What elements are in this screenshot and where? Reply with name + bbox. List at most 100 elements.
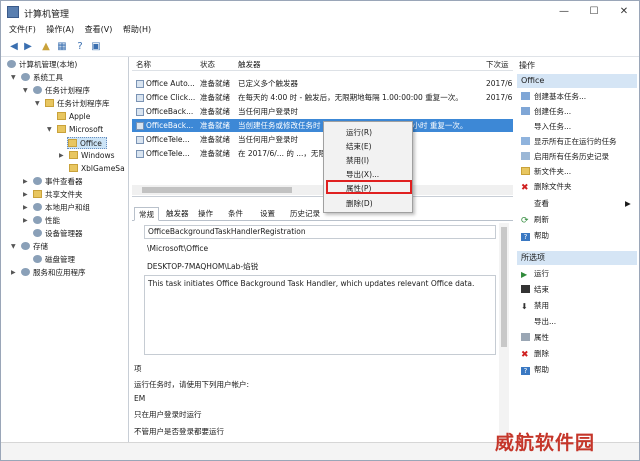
column-next-run[interactable]: 下次运: [486, 59, 509, 70]
scrollbar-thumb[interactable]: [501, 227, 507, 347]
new-folder-icon: [521, 167, 530, 175]
expand-icon[interactable]: ▶: [59, 150, 67, 162]
column-trigger[interactable]: 触发器: [238, 59, 261, 70]
tree-item-system-tools[interactable]: ▼ 系统工具: [11, 72, 63, 84]
minimize-button[interactable]: —: [549, 1, 579, 23]
tree-item-xblgamesave[interactable]: XblGameSa: [69, 163, 125, 175]
run-action[interactable]: ▶ 运行: [521, 267, 549, 280]
task-status: 准备就绪: [200, 93, 230, 102]
help-icon[interactable]: ?: [73, 40, 87, 54]
context-delete[interactable]: 删除(D): [346, 197, 373, 210]
enable-history-action[interactable]: 启用所有任务历史记录: [521, 150, 609, 163]
show-running-tasks-action[interactable]: 显示所有正在运行的任务: [521, 135, 617, 148]
run-whether-logged-on-option[interactable]: 不管用户是否登录都要运行: [134, 426, 224, 437]
tree-item-event-viewer[interactable]: ▶ 事件查看器: [23, 176, 83, 188]
tab-general[interactable]: 常规: [134, 207, 159, 221]
task-row[interactable]: Office Click... 准备就绪 在每天的 4:00 时 - 触发后，无限期…: [132, 91, 513, 104]
expand-icon[interactable]: ▶: [23, 189, 31, 201]
back-arrow-icon[interactable]: ◀: [7, 40, 21, 54]
menu-help[interactable]: 帮助(H): [123, 23, 151, 37]
disable-action[interactable]: ⬇ 禁用: [521, 299, 549, 312]
tree-item-office[interactable]: Office: [67, 137, 107, 149]
tab-settings[interactable]: 设置: [256, 207, 279, 221]
actions-section-selected-item[interactable]: 所选项: [517, 251, 637, 265]
tree-item-storage[interactable]: ▼ 存储: [11, 241, 48, 253]
import-task-action[interactable]: 导入任务...: [521, 120, 571, 133]
expand-icon[interactable]: ▶: [23, 215, 31, 227]
tab-history[interactable]: 历史记录: [286, 207, 324, 221]
help-action-selected[interactable]: ? 帮助: [521, 363, 549, 376]
folder-icon: [57, 125, 66, 133]
expand-icon[interactable]: ▶: [11, 267, 19, 279]
navigation-tree: 计算机管理(本地) ▼ 系统工具 ▼ 任务计划程序 ▼ 任务计划程序库 Apple ▼…: [1, 57, 129, 442]
collapse-icon[interactable]: ▼: [23, 85, 31, 97]
tab-conditions[interactable]: 条件: [224, 207, 247, 221]
tree-item-root[interactable]: 计算机管理(本地): [7, 59, 77, 71]
view-action[interactable]: 查看 ▶: [521, 197, 631, 210]
actions-section-office[interactable]: Office: [517, 74, 637, 88]
tree-item-task-scheduler[interactable]: ▼ 任务计划程序: [23, 85, 90, 97]
run-as-label: 运行任务时，请使用下列用户帐户:: [134, 380, 250, 389]
scrollbar-thumb[interactable]: [142, 187, 292, 193]
context-run[interactable]: 运行(R): [346, 126, 372, 139]
detail-vertical-scrollbar[interactable]: [499, 223, 509, 439]
storage-icon: [21, 242, 30, 250]
tab-actions[interactable]: 操作: [194, 207, 217, 221]
action-label: 创建任务...: [534, 107, 572, 116]
create-task-action[interactable]: 创建任务...: [521, 105, 571, 118]
tree-item-disk-management[interactable]: 磁盘管理: [33, 254, 75, 266]
run-icon: ▶: [521, 270, 528, 279]
task-name-field[interactable]: OfficeBackgroundTaskHandlerRegistration: [144, 225, 496, 239]
tree-item-microsoft[interactable]: ▼ Microsoft: [47, 124, 103, 136]
tree-item-shared-folders[interactable]: ▶ 共享文件夹: [23, 189, 83, 201]
expand-icon[interactable]: ▶: [23, 176, 31, 188]
action-label: 删除文件夹: [534, 182, 572, 191]
tree-item-performance[interactable]: ▶ 性能: [23, 215, 60, 227]
up-folder-icon[interactable]: ▲: [39, 40, 53, 54]
expand-icon[interactable]: ▶: [23, 202, 31, 214]
actions-header: 操作: [519, 61, 535, 70]
tree-item-services[interactable]: ▶ 服务和应用程序: [11, 267, 86, 279]
menu-file[interactable]: 文件(F): [9, 23, 36, 37]
new-folder-action[interactable]: 新文件夹...: [521, 165, 571, 178]
column-status[interactable]: 状态: [200, 59, 215, 70]
properties-action[interactable]: 属性: [521, 331, 549, 344]
tree-item-apple[interactable]: Apple: [57, 111, 90, 123]
export-action[interactable]: 导出...: [521, 315, 556, 328]
task-row[interactable]: Office Auto... 准备就绪 已定义多个触发器 2017/6: [132, 77, 513, 90]
help-action[interactable]: ? 帮助: [521, 229, 549, 242]
action-pane-icon[interactable]: ▣: [89, 40, 103, 54]
task-name: OfficeTele...: [146, 149, 190, 158]
tree-item-windows[interactable]: ▶ Windows: [59, 150, 114, 162]
maximize-button[interactable]: ☐: [579, 1, 609, 23]
collapse-icon[interactable]: ▼: [35, 98, 43, 110]
context-end[interactable]: 结束(E): [346, 140, 372, 153]
clock-icon: [33, 86, 42, 94]
collapse-icon[interactable]: ▼: [11, 241, 19, 253]
delete-folder-action[interactable]: ✖ 删除文件夹: [521, 180, 572, 193]
delete-action[interactable]: ✖ 删除: [521, 347, 549, 360]
tree-item-task-library[interactable]: ▼ 任务计划程序库: [35, 98, 110, 110]
menu-view[interactable]: 查看(V): [85, 23, 113, 37]
refresh-action[interactable]: ⟳ 刷新: [521, 213, 549, 226]
end-action[interactable]: 结束: [521, 283, 549, 296]
task-description-field[interactable]: This task initiates Office Background Ta…: [144, 275, 496, 355]
context-disable[interactable]: 禁用(I): [346, 154, 369, 167]
tree-item-local-users[interactable]: ▶ 本地用户和组: [23, 202, 90, 214]
collapse-icon[interactable]: ▼: [11, 72, 19, 84]
tree-item-device-manager[interactable]: 设备管理器: [33, 228, 83, 240]
history-icon: [521, 152, 530, 160]
column-name[interactable]: 名称: [136, 59, 151, 70]
forward-arrow-icon[interactable]: ▶: [21, 40, 35, 54]
task-icon: [136, 80, 144, 88]
close-button[interactable]: ✕: [609, 1, 639, 23]
tab-triggers[interactable]: 触发器: [162, 207, 193, 221]
run-only-when-logged-on-option[interactable]: 只在用户登录时运行: [134, 409, 202, 420]
menu-action[interactable]: 操作(A): [46, 23, 74, 37]
tree-label: 设备管理器: [45, 229, 83, 238]
create-basic-task-action[interactable]: 创建基本任务...: [521, 90, 586, 103]
collapse-icon[interactable]: ▼: [47, 124, 55, 136]
task-row[interactable]: OfficeBack... 准备就绪 当任何用户登录时: [132, 105, 513, 118]
folder-icon: [69, 164, 78, 172]
show-hide-tree-icon[interactable]: ▦: [55, 40, 69, 54]
